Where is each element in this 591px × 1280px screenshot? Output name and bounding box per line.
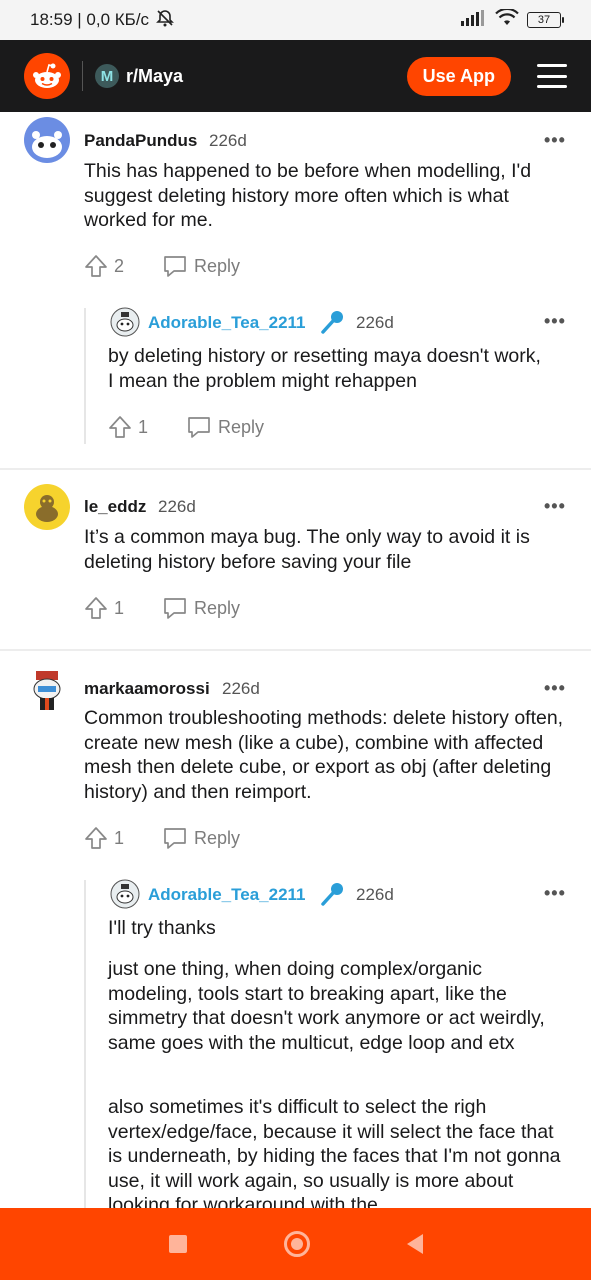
- reply-bubble-icon: [188, 417, 210, 438]
- comment-body: It’s a common maya bug. The only way to …: [84, 526, 530, 573]
- comment-age: 226d: [158, 497, 196, 516]
- app-header: M r/Maya Use App: [0, 40, 591, 112]
- home-icon[interactable]: [283, 1231, 310, 1257]
- comment-username[interactable]: PandaPundus: [84, 131, 197, 151]
- back-icon[interactable]: [406, 1234, 423, 1254]
- upvote-icon: [109, 416, 131, 438]
- comment-age: 226d: [356, 313, 394, 332]
- comment-body: This has happened to be before when mode…: [84, 160, 532, 231]
- upvote-icon: [85, 597, 107, 619]
- reply-label: Reply: [194, 827, 241, 848]
- vote-count: 2: [114, 255, 125, 276]
- more-options-icon[interactable]: •••: [544, 496, 566, 517]
- thread-line[interactable]: [84, 880, 86, 1208]
- comment-age: 226d: [222, 679, 260, 698]
- reddit-logo-icon[interactable]: [24, 53, 70, 99]
- wifi-icon: [495, 7, 519, 32]
- comment-separator: [0, 649, 591, 651]
- thread-line[interactable]: [84, 308, 86, 444]
- more-options-icon[interactable]: •••: [544, 311, 566, 332]
- vote-count: 1: [138, 416, 149, 437]
- signal-icon: [461, 9, 487, 31]
- reply-bubble-icon: [164, 256, 186, 277]
- more-options-icon[interactable]: •••: [544, 678, 566, 699]
- avatar[interactable]: [24, 665, 70, 711]
- reply-bubble-icon: [164, 828, 186, 849]
- comment-separator: [0, 468, 591, 470]
- comment-username[interactable]: Adorable_Tea_2211: [148, 885, 306, 905]
- avatar[interactable]: [110, 879, 140, 909]
- upvote-button[interactable]: 1: [108, 415, 148, 439]
- upvote-button[interactable]: 2: [84, 254, 124, 278]
- comment-age: 226d: [356, 885, 394, 904]
- reply-bubble-icon: [164, 598, 186, 619]
- avatar[interactable]: [24, 484, 70, 530]
- reply-label: Reply: [194, 255, 241, 276]
- reply-label: Reply: [218, 416, 265, 437]
- upvote-icon: [85, 255, 107, 277]
- reply-button[interactable]: Reply: [162, 254, 240, 278]
- comment-paragraph: I'll try thanks: [108, 917, 216, 939]
- system-nav-bar: [0, 1208, 591, 1280]
- op-microphone-icon: [319, 309, 345, 340]
- reply-label: Reply: [194, 597, 241, 618]
- battery-icon: 37: [527, 12, 564, 28]
- comment-paragraph: just one thing, when doing complex/organ…: [108, 958, 545, 1054]
- more-options-icon[interactable]: •••: [544, 130, 566, 151]
- comment-body: by deleting history or resetting maya do…: [108, 345, 541, 392]
- vote-count: 1: [114, 597, 125, 618]
- upvote-button[interactable]: 1: [84, 596, 124, 620]
- battery-level: 37: [537, 14, 551, 26]
- subreddit-name[interactable]: r/Maya: [126, 66, 183, 87]
- avatar[interactable]: [110, 307, 140, 337]
- use-app-button[interactable]: Use App: [406, 56, 511, 96]
- status-bar: 18:59 | 0,0 КБ/с 37: [0, 0, 591, 40]
- comment-age: 226d: [209, 131, 247, 150]
- mute-bell-icon: [155, 8, 175, 33]
- menu-icon[interactable]: [537, 64, 567, 88]
- recent-apps-icon[interactable]: [168, 1235, 187, 1253]
- vote-count: 1: [114, 827, 125, 848]
- comments-list: PandaPundus 226d ••• This has happened t…: [0, 112, 591, 1208]
- comment-username[interactable]: le_eddz: [84, 497, 146, 517]
- subreddit-icon[interactable]: M: [95, 64, 119, 88]
- more-options-icon[interactable]: •••: [544, 883, 566, 904]
- comment-username[interactable]: Adorable_Tea_2211: [148, 313, 306, 333]
- reply-button[interactable]: Reply: [162, 596, 240, 620]
- upvote-button[interactable]: 1: [84, 826, 124, 850]
- reply-button[interactable]: Reply: [162, 826, 240, 850]
- avatar[interactable]: [24, 117, 70, 163]
- op-microphone-icon: [319, 881, 345, 912]
- comment-username[interactable]: markaamorossi: [84, 679, 210, 699]
- comment-paragraph: also sometimes it's difficult to select …: [108, 1096, 561, 1208]
- comment-body: Common troubleshooting methods: delete h…: [84, 707, 564, 803]
- status-time-speed: 18:59 | 0,0 КБ/с: [30, 10, 150, 29]
- header-divider: [82, 61, 83, 91]
- reply-button[interactable]: Reply: [186, 415, 264, 439]
- upvote-icon: [85, 827, 107, 849]
